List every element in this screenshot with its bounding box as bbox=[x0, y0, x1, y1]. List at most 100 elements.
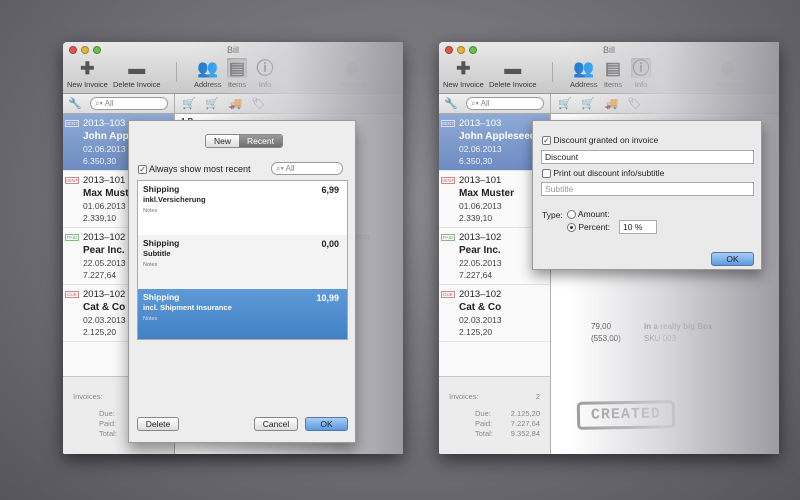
title-bar: Bill ✚ New Invoice ▬ Delete Invoice 👥 Ad… bbox=[439, 42, 779, 94]
address-label: Address bbox=[194, 80, 222, 89]
info-button[interactable]: ⓘ Info bbox=[631, 58, 651, 89]
recent-items-list: Shipping inkl.Versicherung Notes 6,99 Sh… bbox=[137, 180, 348, 340]
segment-new[interactable]: New bbox=[206, 135, 240, 147]
address-button[interactable]: 👥 Address bbox=[570, 58, 598, 90]
ok-button[interactable]: OK bbox=[711, 252, 754, 266]
list-item[interactable]: Shipping Subtitle Notes 0,00 bbox=[138, 235, 347, 289]
invoice-date: 02.03.2013 bbox=[459, 315, 502, 325]
search-placeholder: All bbox=[104, 99, 114, 108]
truck-icon[interactable]: 🚚 bbox=[604, 97, 618, 110]
tag-icon[interactable]: 🏷 bbox=[628, 97, 642, 110]
add-item-icon[interactable]: 🛒 bbox=[182, 97, 196, 110]
title-bar: Bill ✚ New Invoice ▬ Delete Invoice 👥 Ad… bbox=[63, 42, 403, 94]
checkmark-icon: ✓ bbox=[542, 136, 551, 146]
new-invoice-button[interactable]: ✚ New Invoice bbox=[443, 58, 484, 90]
percent-field[interactable]: 10 % bbox=[619, 220, 657, 234]
new-recent-segmented-control[interactable]: New Recent bbox=[205, 134, 283, 148]
footer-label: Total: bbox=[99, 429, 117, 438]
items-button[interactable]: ▤ Items bbox=[603, 58, 623, 90]
amount-radio[interactable]: Amount: bbox=[567, 209, 610, 220]
info-button[interactable]: ⓘ Info bbox=[255, 58, 275, 90]
percent-label: Percent: bbox=[578, 222, 611, 232]
radio-icon bbox=[567, 210, 576, 220]
segment-recent[interactable]: Recent bbox=[239, 135, 282, 147]
delete-button[interactable]: Delete bbox=[137, 417, 179, 431]
wrench-icon[interactable]: 🔧 bbox=[68, 97, 82, 110]
eye-icon: ◉ bbox=[720, 58, 736, 78]
delete-invoice-button[interactable]: ▬ Delete Invoice bbox=[113, 58, 161, 90]
footer-value: 2 bbox=[535, 392, 540, 401]
info-label: Info bbox=[634, 80, 648, 89]
cart-icon[interactable]: 🛒 bbox=[205, 97, 219, 110]
always-show-label: Always show most recent bbox=[149, 164, 251, 174]
cart-icon[interactable]: 🛒 bbox=[581, 97, 595, 110]
toolbar-divider bbox=[552, 62, 553, 82]
item-price: 10,99 bbox=[316, 293, 339, 303]
invoice-search-input[interactable]: ⌕▾ All bbox=[90, 97, 168, 110]
detail-toolbar: 🛒 🛒 🚚 🏷 bbox=[551, 94, 779, 114]
invoice-name: Cat & Co bbox=[459, 302, 502, 313]
sidebar-search-bar: 🔧 ⌕▾ All bbox=[439, 94, 551, 114]
item-title: Shipping bbox=[143, 184, 180, 194]
discount-popover: ✓ Discount granted on invoice Discount P… bbox=[532, 120, 762, 270]
new-invoice-label: New Invoice bbox=[67, 80, 108, 89]
window-title: Bill bbox=[226, 45, 239, 55]
footer-value: 2.125,20 bbox=[510, 409, 540, 418]
due-row: Due: 2.125,20 bbox=[449, 409, 540, 418]
people-icon: 👥 bbox=[573, 58, 595, 78]
footer-value: 7.227,64 bbox=[510, 419, 540, 428]
print-discount-checkbox[interactable]: Print out discount info/subtitle bbox=[542, 168, 664, 179]
item-notes: Notes bbox=[143, 208, 158, 214]
item-price: 6,99 bbox=[321, 185, 339, 195]
invoices-count-row: Invoices: 2 bbox=[449, 392, 540, 401]
ok-button[interactable]: OK bbox=[305, 417, 348, 431]
invoice-search-input[interactable]: ⌕▾ All bbox=[466, 97, 544, 110]
footer-label: Invoices: bbox=[73, 392, 103, 401]
discount-name-field[interactable]: Discount bbox=[541, 150, 754, 164]
truck-icon[interactable]: 🚚 bbox=[228, 97, 242, 110]
invoice-number: 2013–102 bbox=[459, 289, 502, 300]
address-button[interactable]: 👥 Address bbox=[194, 58, 222, 90]
new-invoice-label: New Invoice bbox=[443, 80, 484, 89]
paid-row: Paid: 7.227,64 bbox=[449, 419, 540, 428]
always-show-recent-checkbox[interactable]: ✓ Always show most recent bbox=[138, 164, 251, 175]
discount-checkbox[interactable]: ✓ Discount granted on invoice bbox=[542, 135, 658, 146]
cancel-button[interactable]: Cancel bbox=[254, 417, 298, 431]
invoice-amount: 7.227,64 bbox=[459, 270, 493, 280]
item-title: Shipping bbox=[143, 292, 180, 302]
list-item[interactable]: DUE 2013–102 Cat & Co 02.03.2013 2.125,2… bbox=[439, 285, 550, 342]
plus-icon: ✚ bbox=[80, 58, 95, 78]
item-search-input[interactable]: ⌕▾ All bbox=[271, 162, 343, 175]
add-item-icon[interactable]: 🛒 bbox=[558, 97, 572, 110]
tag-icon[interactable]: 🏷 bbox=[252, 97, 266, 110]
line-sku: SKU 003 bbox=[644, 334, 677, 343]
info-icon: ⓘ bbox=[631, 58, 651, 78]
list-item[interactable]: Shipping incl. Shipment Insurance Notes … bbox=[138, 289, 347, 339]
people-icon: 👥 bbox=[197, 58, 219, 78]
list-item[interactable]: Shipping inkl.Versicherung Notes 6,99 bbox=[138, 181, 347, 235]
radio-icon bbox=[567, 223, 576, 233]
created-stamp: CREATED bbox=[576, 400, 676, 430]
items-button[interactable]: ▤ Items bbox=[227, 58, 247, 89]
preview-button[interactable]: ◉ Preview bbox=[339, 58, 366, 90]
subtitle-field[interactable]: Subtitle bbox=[541, 182, 754, 196]
type-label: Type: bbox=[542, 210, 563, 220]
wrench-icon[interactable]: 🔧 bbox=[444, 97, 458, 110]
item-notes: Notes bbox=[143, 316, 158, 322]
item-subtitle: Subtitle bbox=[143, 249, 171, 258]
minus-icon: ▬ bbox=[128, 58, 146, 78]
sidebar-search-bar: 🔧 ⌕▾ All bbox=[63, 94, 175, 114]
item-notes: Notes bbox=[143, 262, 158, 268]
delete-invoice-label: Delete Invoice bbox=[489, 80, 537, 89]
search-placeholder: All bbox=[285, 164, 295, 173]
status-badge: PAID bbox=[65, 234, 79, 241]
percent-radio[interactable]: Percent: bbox=[567, 222, 611, 233]
delete-invoice-button[interactable]: ▬ Delete Invoice bbox=[489, 58, 537, 90]
minus-icon: ▬ bbox=[504, 58, 522, 78]
amount-label: Amount: bbox=[577, 209, 610, 219]
new-invoice-button[interactable]: ✚ New Invoice bbox=[67, 58, 108, 90]
preview-button[interactable]: ◉ Preview bbox=[715, 58, 742, 90]
store-icon: ▤ bbox=[604, 58, 622, 78]
footer-value: 9.352,84 bbox=[510, 429, 540, 438]
status-badge: SENT bbox=[65, 120, 79, 127]
